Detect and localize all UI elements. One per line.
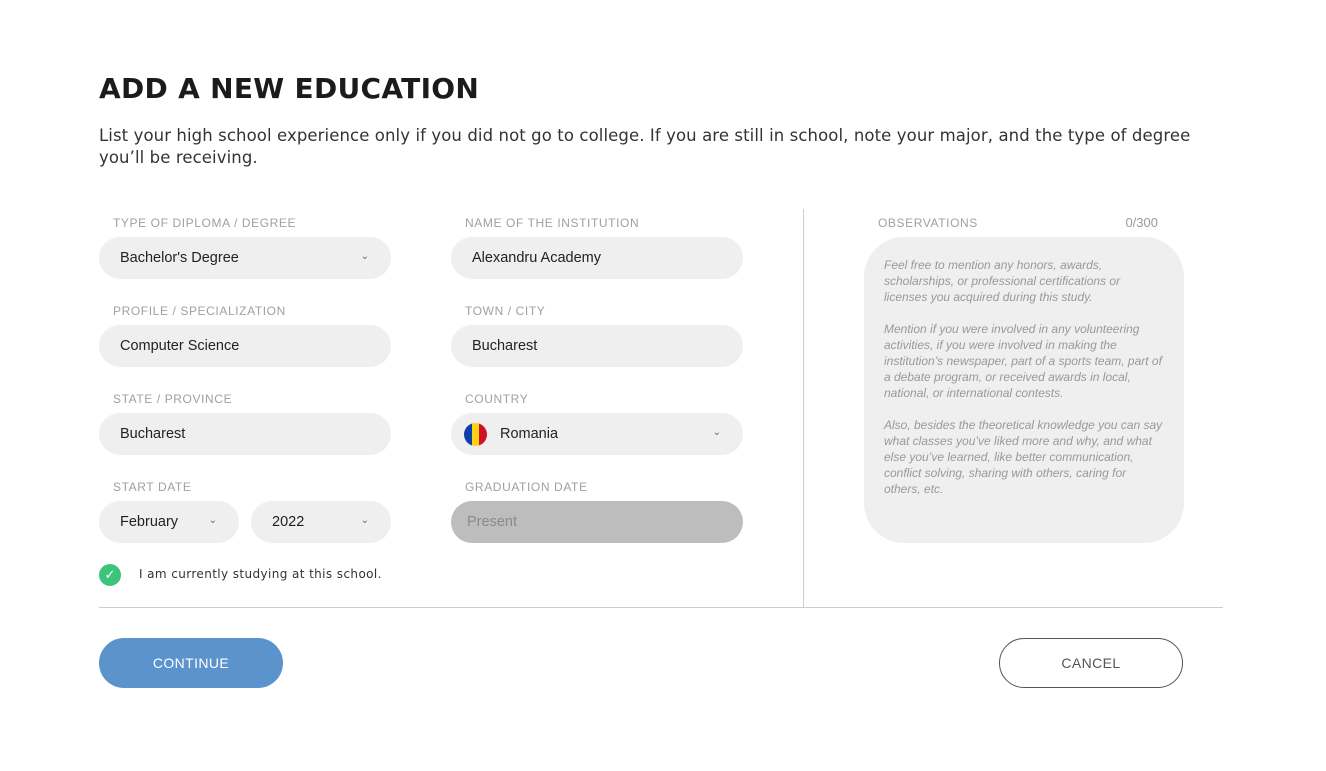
start-month-select[interactable]: February ⌄ bbox=[99, 501, 239, 543]
page-title: ADD A NEW EDUCATION bbox=[99, 72, 480, 105]
currently-studying-checkbox[interactable]: ✓ bbox=[99, 564, 121, 586]
graduation-date-label: GRADUATION DATE bbox=[465, 480, 588, 494]
start-month-value: February bbox=[120, 514, 179, 530]
continue-button[interactable]: CONTINUE bbox=[99, 638, 283, 688]
profile-input[interactable]: Computer Science bbox=[99, 325, 391, 367]
town-input[interactable]: Bucharest bbox=[451, 325, 743, 367]
observations-placeholder-1: Feel free to mention any honors, awards,… bbox=[884, 258, 1121, 304]
chevron-down-icon: ⌄ bbox=[712, 427, 721, 438]
vertical-divider bbox=[803, 209, 804, 607]
page-description: List your high school experience only if… bbox=[99, 126, 1191, 167]
profile-label: PROFILE / SPECIALIZATION bbox=[113, 304, 286, 318]
institution-label: NAME OF THE INSTITUTION bbox=[465, 216, 640, 230]
observations-placeholder-3: Also, besides the theoretical knowledge … bbox=[884, 418, 1163, 496]
start-year-select[interactable]: 2022 ⌄ bbox=[251, 501, 391, 543]
observations-counter: 0/300 bbox=[1125, 215, 1158, 230]
degree-label: TYPE OF DIPLOMA / DEGREE bbox=[113, 216, 297, 230]
check-icon: ✓ bbox=[104, 567, 116, 582]
state-input[interactable]: Bucharest bbox=[99, 413, 391, 455]
country-select[interactable]: Romania ⌄ bbox=[451, 413, 743, 455]
town-value: Bucharest bbox=[472, 338, 538, 354]
town-label: TOWN / CITY bbox=[465, 304, 546, 318]
country-value: Romania bbox=[500, 426, 559, 442]
chevron-down-icon: ⌄ bbox=[360, 251, 369, 262]
graduation-date-input[interactable]: Present bbox=[451, 501, 743, 543]
currently-studying-label: I am currently studying at this school. bbox=[139, 567, 382, 581]
profile-value: Computer Science bbox=[120, 338, 240, 354]
institution-value: Alexandru Academy bbox=[472, 250, 601, 266]
horizontal-divider bbox=[99, 607, 1223, 608]
degree-select[interactable]: Bachelor's Degree ⌄ bbox=[99, 237, 391, 279]
add-education-page: ADD A NEW EDUCATION List your high schoo… bbox=[0, 0, 1326, 771]
cancel-button[interactable]: CANCEL bbox=[999, 638, 1183, 688]
start-date-label: START DATE bbox=[113, 480, 192, 494]
observations-textarea[interactable]: Feel free to mention any honors, awards,… bbox=[864, 237, 1184, 543]
romania-flag-icon bbox=[464, 422, 487, 446]
chevron-down-icon: ⌄ bbox=[360, 515, 369, 526]
observations-label: OBSERVATIONS bbox=[878, 216, 978, 230]
state-value: Bucharest bbox=[120, 426, 186, 442]
chevron-down-icon: ⌄ bbox=[208, 515, 217, 526]
institution-input[interactable]: Alexandru Academy bbox=[451, 237, 743, 279]
graduation-date-placeholder: Present bbox=[467, 514, 517, 530]
state-label: STATE / PROVINCE bbox=[113, 392, 233, 406]
observations-placeholder-2: Mention if you were involved in any volu… bbox=[884, 322, 1162, 400]
country-label: COUNTRY bbox=[465, 392, 529, 406]
start-year-value: 2022 bbox=[272, 514, 305, 530]
degree-value: Bachelor's Degree bbox=[120, 250, 239, 266]
